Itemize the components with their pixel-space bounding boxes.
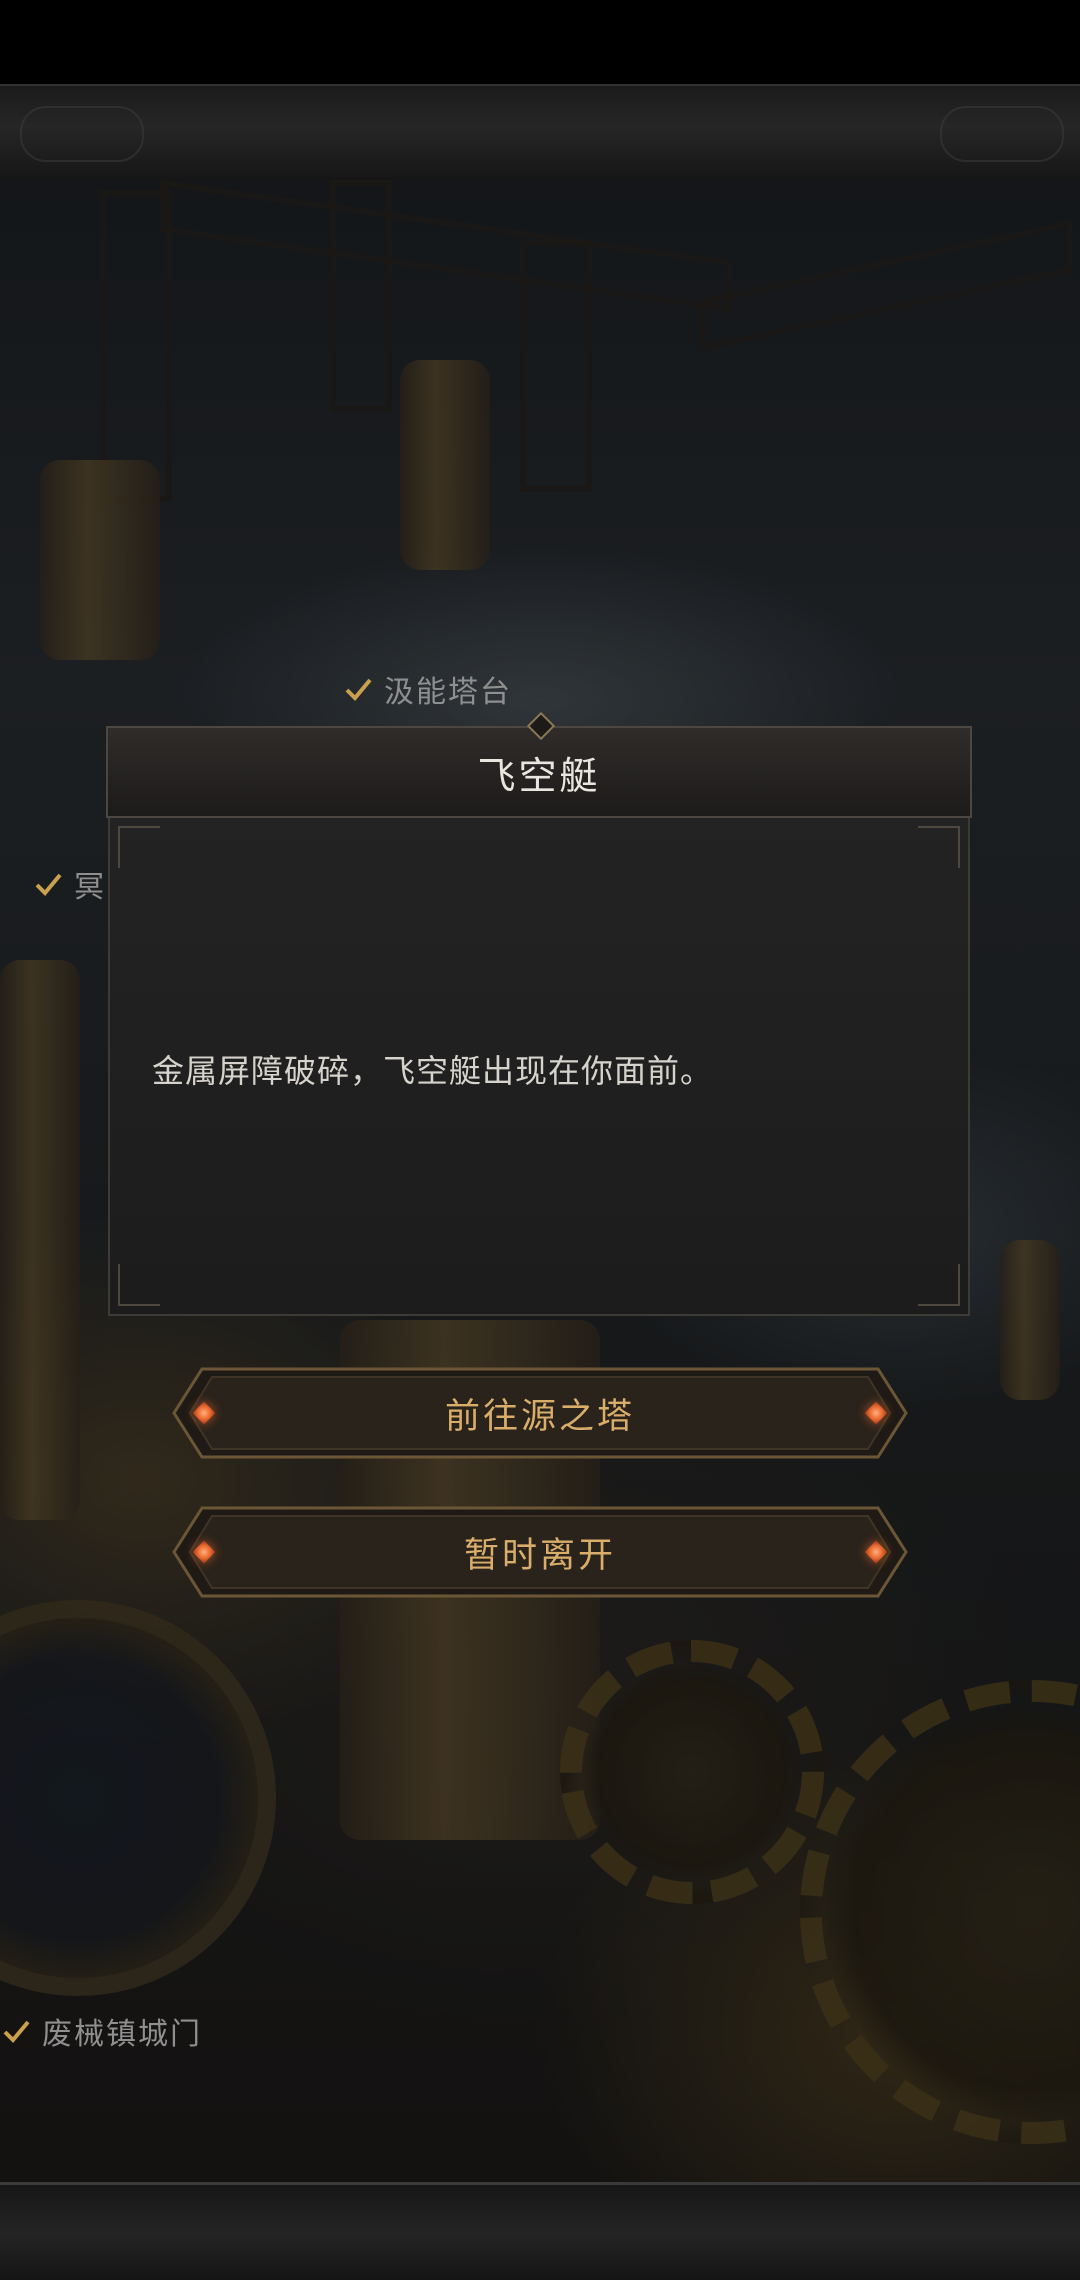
corner-ornament [118, 1264, 160, 1306]
bottom-frame [0, 2182, 1080, 2280]
dialog-body: 金属屏障破碎，飞空艇出现在你面前。 [108, 818, 970, 1316]
status-bar [0, 0, 1080, 84]
map-label-text: 冥 [74, 870, 106, 905]
dialog-message: 金属屏障破碎，飞空艇出现在你面前。 [152, 1052, 714, 1090]
check-icon [32, 868, 64, 900]
button-label: 前往源之塔 [444, 1396, 635, 1437]
leave-temporarily-button[interactable]: 暂时离开 [172, 1506, 908, 1598]
check-icon [342, 673, 374, 705]
game-screen: 汲能塔台 冥 废械镇城门 飞空艇 金属屏障破碎，飞空艇出现在你面前。 前往源之塔 [0, 0, 1080, 2280]
dialog-title-bar: 飞空艇 [106, 711, 972, 818]
frame-ornament [940, 106, 1064, 162]
check-icon [0, 2015, 32, 2047]
corner-ornament [118, 826, 160, 868]
map-label-text: 汲能塔台 [384, 675, 512, 710]
map-label-partial[interactable]: 冥 [32, 862, 106, 906]
button-label: 暂时离开 [463, 1535, 616, 1576]
map-label-text: 废械镇城门 [42, 2017, 202, 2052]
dialog-title: 飞空艇 [477, 753, 601, 798]
map-label-jineng-tower[interactable]: 汲能塔台 [342, 667, 512, 711]
corner-ornament [918, 826, 960, 868]
map-label-feixie-gate[interactable]: 废械镇城门 [0, 2009, 202, 2053]
top-frame [0, 84, 1080, 183]
goto-source-tower-button[interactable]: 前往源之塔 [172, 1367, 908, 1459]
frame-ornament [20, 106, 144, 162]
corner-ornament [918, 1264, 960, 1306]
